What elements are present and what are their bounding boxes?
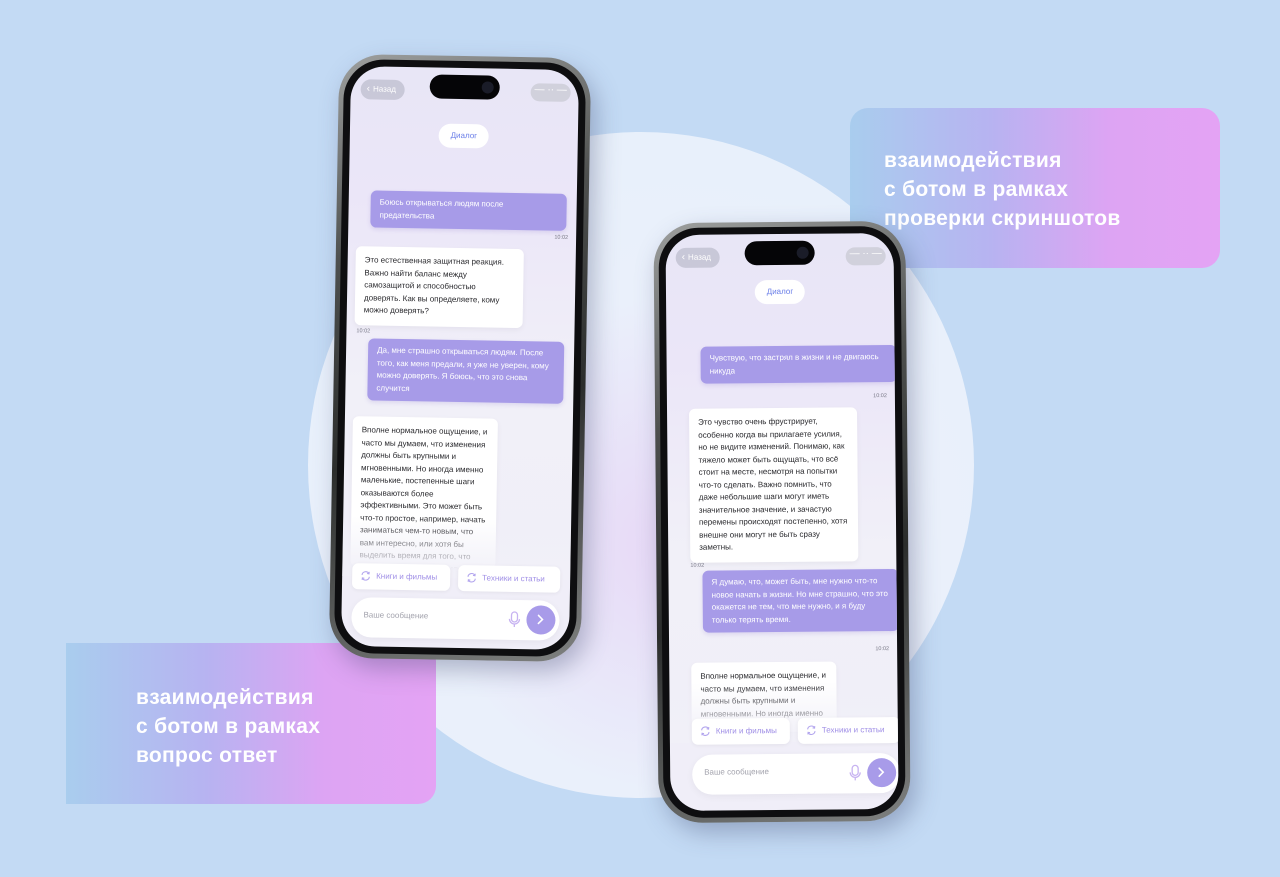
caption-question-answer: взаимодействия с ботом в рамках вопрос о… xyxy=(66,643,436,804)
send-button[interactable] xyxy=(867,758,897,788)
message-input-placeholder: Ваше сообщение xyxy=(363,610,429,621)
chip-label: Книги и фильмы xyxy=(715,726,777,736)
phone-mockup-left: ‹ Назад — ·· — Диалог Боюсь открываться л… xyxy=(328,53,592,663)
suggestion-chip-books[interactable]: Книги и фильмы xyxy=(691,717,790,745)
back-button[interactable]: ‹ Назад xyxy=(360,79,406,100)
suggestion-chip-techniques[interactable]: Техники и статьи xyxy=(457,565,561,593)
chat-screen: ‹ Назад — ·· — Диалог Чувствую, что застр… xyxy=(665,233,899,811)
dynamic-island xyxy=(429,74,500,100)
user-message: Чувствую, что застрял в жизни и не двига… xyxy=(700,344,897,384)
caption-line: с ботом в рамках xyxy=(884,178,1069,201)
message-time: 10:02 xyxy=(873,393,887,400)
chip-label: Техники и статьи xyxy=(821,725,885,735)
back-button-label: Назад xyxy=(372,84,397,94)
user-message: Да, мне страшно открываться людям. После… xyxy=(367,338,565,404)
back-button-label: Назад xyxy=(687,252,711,262)
phone-mockup-right: ‹ Назад — ·· — Диалог Чувствую, что застр… xyxy=(653,220,911,824)
microphone-icon[interactable] xyxy=(848,764,862,782)
message-time: 10:02 xyxy=(690,562,705,569)
refresh-icon xyxy=(807,725,816,735)
chip-label: Техники и статьи xyxy=(482,573,545,584)
message-time: 10:02 xyxy=(554,234,569,241)
dialog-title: Диалог xyxy=(438,123,490,149)
dynamic-island xyxy=(744,240,815,266)
message-time: 10:02 xyxy=(356,328,371,335)
chevron-right-icon xyxy=(537,614,544,625)
user-message: Боюсь открываться людям после предательс… xyxy=(370,190,567,231)
user-message: Я думаю, что, может быть, мне нужно что-… xyxy=(702,568,899,633)
chevron-left-icon: ‹ xyxy=(366,83,371,95)
caption-screenshot-check: взаимодействия с ботом в рамках проверки… xyxy=(850,108,1220,268)
dialog-title: Диалог xyxy=(754,279,806,305)
caption-line: с ботом в рамках xyxy=(136,715,321,738)
send-button[interactable] xyxy=(526,605,556,635)
chevron-right-icon xyxy=(878,767,885,777)
menu-pill[interactable]: — ·· — xyxy=(530,83,571,102)
bot-message: Это естественная защитная реакция. Важно… xyxy=(354,246,524,328)
caption-line: вопрос ответ xyxy=(136,744,278,767)
suggestion-chip-techniques[interactable]: Техники и статьи xyxy=(797,716,899,744)
message-time: 10:02 xyxy=(875,646,890,653)
chevron-left-icon: ‹ xyxy=(681,251,686,263)
back-button[interactable]: ‹ Назад xyxy=(675,247,721,268)
message-input[interactable]: Ваше сообщение xyxy=(692,752,899,795)
menu-pill[interactable]: — ·· — xyxy=(845,247,886,266)
caption-line: взаимодействия xyxy=(136,686,314,709)
chip-label: Книги и фильмы xyxy=(376,571,438,582)
caption-line: взаимодействия xyxy=(884,149,1062,172)
message-input-placeholder: Ваше сообщение xyxy=(704,767,769,777)
refresh-icon xyxy=(701,726,710,736)
chat-screen: ‹ Назад — ·· — Диалог Боюсь открываться л… xyxy=(340,66,580,650)
microphone-icon[interactable] xyxy=(507,611,521,629)
caption-line: проверки скриншотов xyxy=(884,207,1121,230)
refresh-icon xyxy=(467,573,476,583)
message-input[interactable]: Ваше сообщение xyxy=(351,597,560,641)
bot-message: Это чувство очень фрустрирует, особенно … xyxy=(689,407,859,563)
suggestion-chip-books[interactable]: Книги и фильмы xyxy=(351,563,451,591)
refresh-icon xyxy=(361,571,370,581)
